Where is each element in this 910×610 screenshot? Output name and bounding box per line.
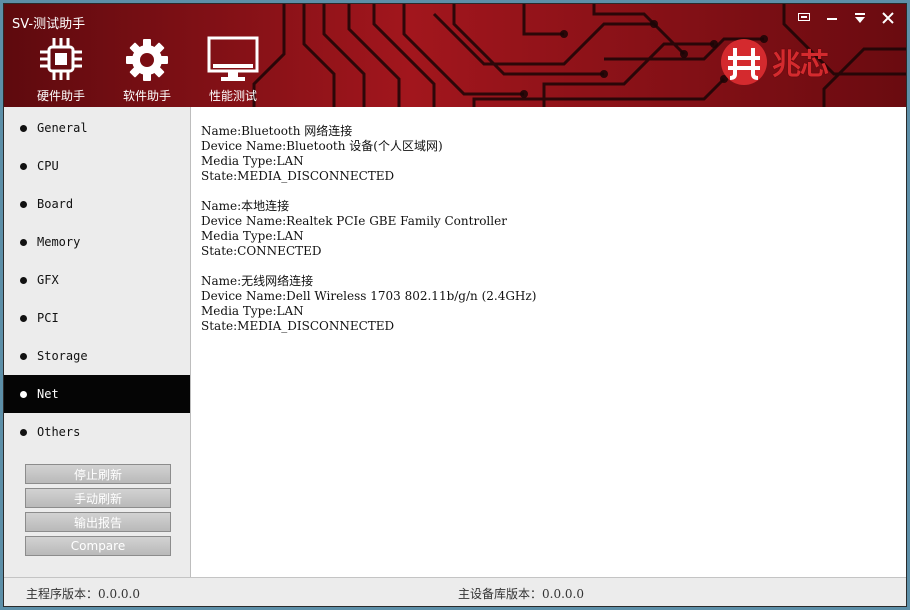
bullet-icon [20, 390, 27, 398]
bullet-icon [20, 124, 27, 132]
adapter-device-name: Device Name:Realtek PCIe GBE Family Cont… [201, 214, 507, 228]
sidebar-item-label: Memory [37, 235, 81, 249]
sidebar-item-label: General [37, 121, 88, 135]
zhaoxin-logo-icon [721, 39, 767, 85]
bullet-icon [20, 238, 27, 246]
toolbar-software-assistant[interactable]: 软件助手 [104, 34, 190, 104]
monitor-icon [207, 34, 259, 82]
main-toolbar: 硬件助手 软件助手 性能测试 [18, 34, 276, 104]
manual-refresh-button[interactable]: 手动刷新 [25, 488, 171, 508]
bullet-icon [20, 352, 27, 360]
bullet-icon [20, 276, 27, 284]
sidebar-item-memory[interactable]: Memory [4, 223, 190, 261]
sidebar-item-others[interactable]: Others [4, 413, 190, 451]
app-title: SV-测试助手 [12, 17, 86, 32]
toolbar-hardware-assistant[interactable]: 硬件助手 [18, 34, 104, 104]
toolbar-performance-test[interactable]: 性能测试 [190, 34, 276, 104]
brand-logo: 兆芯 [720, 38, 829, 86]
sidebar-item-label: Net [37, 387, 59, 401]
minimize-icon[interactable] [820, 9, 844, 27]
menu-dropdown-icon[interactable] [848, 9, 872, 27]
sidebar-item-general[interactable]: General [4, 109, 190, 147]
sidebar-item-label: Others [37, 425, 81, 439]
stop-refresh-button[interactable]: 停止刷新 [25, 464, 171, 484]
adapter-device-name: Device Name:Bluetooth 设备(个人区域网) [201, 139, 443, 153]
sidebar-item-label: Storage [37, 349, 88, 363]
net-details-panel: Name:Bluetooth 网络连接 Device Name:Bluetoot… [192, 107, 906, 577]
adapter-media-type: Media Type:LAN [201, 229, 304, 243]
gear-icon [121, 34, 173, 82]
status-bar: 主程序版本：0.0.0.0 主设备库版本：0.0.0.0 [4, 577, 906, 606]
bullet-icon [20, 314, 27, 322]
sidebar-item-cpu[interactable]: CPU [4, 147, 190, 185]
adapter-device-name: Device Name:Dell Wireless 1703 802.11b/g… [201, 289, 537, 303]
sidebar-nav: General CPU Board Memory GFX PCI Storage… [4, 109, 190, 451]
sidebar-item-storage[interactable]: Storage [4, 337, 190, 375]
adapter-name: Name:Bluetooth 网络连接 [201, 124, 353, 138]
export-report-button[interactable]: 输出报告 [25, 512, 171, 532]
adapter-state: State:MEDIA_DISCONNECTED [201, 319, 395, 333]
window-controls [792, 9, 900, 27]
feedback-icon[interactable] [792, 9, 816, 27]
sidebar-item-pci[interactable]: PCI [4, 299, 190, 337]
adapter-block: Name:无线网络连接 Device Name:Dell Wireless 17… [201, 274, 906, 334]
bullet-icon [20, 428, 27, 436]
close-icon[interactable] [876, 9, 900, 27]
adapter-block: Name:本地连接 Device Name:Realtek PCIe GBE F… [201, 199, 906, 259]
sidebar-item-gfx[interactable]: GFX [4, 261, 190, 299]
sidebar-actions: 停止刷新 手动刷新 输出报告 Compare [25, 464, 171, 560]
sidebar-item-label: GFX [37, 273, 59, 287]
main-program-version: 主程序版本：0.0.0.0 [26, 587, 140, 601]
compare-button[interactable]: Compare [25, 536, 171, 556]
sidebar-item-board[interactable]: Board [4, 185, 190, 223]
toolbar-label: 硬件助手 [36, 89, 85, 103]
bullet-icon [20, 162, 27, 170]
adapter-state: State:CONNECTED [201, 244, 322, 258]
sidebar-item-label: Board [37, 197, 74, 211]
header-banner: SV-测试助手 硬件助手 软件助手 性能测试 兆芯 [4, 4, 906, 107]
adapter-name: Name:本地连接 [201, 199, 290, 213]
bullet-icon [20, 200, 27, 208]
sidebar: General CPU Board Memory GFX PCI Storage… [4, 107, 191, 577]
sidebar-item-net[interactable]: Net [4, 375, 190, 413]
sidebar-item-label: CPU [37, 159, 59, 173]
brand-name: 兆芯 [772, 47, 829, 81]
sidebar-item-label: PCI [37, 311, 59, 325]
app-window: SV-测试助手 硬件助手 软件助手 性能测试 兆芯 General CPU Bo… [3, 3, 907, 607]
adapter-media-type: Media Type:LAN [201, 304, 304, 318]
toolbar-label: 软件助手 [122, 89, 171, 103]
device-db-version: 主设备库版本：0.0.0.0 [458, 587, 584, 601]
adapter-media-type: Media Type:LAN [201, 154, 304, 168]
toolbar-label: 性能测试 [208, 89, 257, 103]
adapter-name: Name:无线网络连接 [201, 274, 314, 288]
adapter-state: State:MEDIA_DISCONNECTED [201, 169, 395, 183]
adapter-block: Name:Bluetooth 网络连接 Device Name:Bluetoot… [201, 124, 906, 184]
chip-icon [35, 34, 87, 82]
